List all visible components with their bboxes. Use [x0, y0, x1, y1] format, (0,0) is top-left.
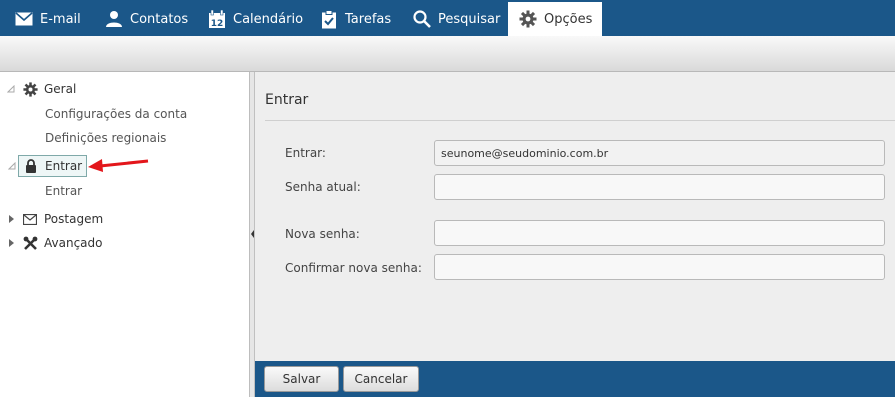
confirm-password-label: Confirmar nova senha:: [285, 261, 422, 275]
new-password-label: Nova senha:: [285, 227, 360, 241]
sidebar-item-label: Entrar: [45, 159, 83, 173]
action-footer: Salvar Cancelar: [255, 361, 895, 397]
login-label: Entrar:: [285, 146, 326, 160]
person-icon: [104, 9, 124, 29]
collapse-triangle-icon[interactable]: [6, 84, 16, 94]
top-navigation-bar: E-mail Contatos 12 Calendário Tarefas Pe…: [0, 0, 895, 36]
expand-triangle-icon[interactable]: [6, 238, 16, 248]
cancel-button[interactable]: Cancelar: [343, 366, 419, 392]
gear-icon: [518, 9, 538, 29]
toolbar: [0, 36, 895, 72]
options-panel: Entrar Entrar: Senha atual: Nova senha: …: [255, 72, 895, 361]
page-title: Entrar: [265, 92, 309, 108]
lock-icon: [23, 158, 39, 174]
save-button[interactable]: Salvar: [264, 366, 339, 392]
calendar-icon: 12: [207, 9, 227, 29]
tab-calendario[interactable]: 12 Calendário: [207, 2, 303, 36]
sidebar-item-label: Postagem: [44, 212, 104, 226]
tab-opcoes[interactable]: Opções: [508, 2, 603, 36]
svg-text:12: 12: [211, 19, 224, 29]
search-icon: [412, 9, 432, 29]
sidebar-item-entrar-child[interactable]: Entrar: [45, 184, 82, 198]
tab-contatos[interactable]: Contatos: [104, 2, 188, 36]
tab-label: E-mail: [40, 11, 81, 27]
envelope-icon: [22, 211, 38, 227]
tab-email[interactable]: E-mail: [14, 2, 81, 36]
clipboard-icon: [319, 9, 339, 29]
tab-label: Contatos: [130, 11, 189, 27]
gear-icon: [22, 81, 38, 97]
tab-tarefas[interactable]: Tarefas: [319, 2, 391, 36]
sidebar-item-avancado[interactable]: Avançado: [9, 235, 103, 251]
tab-label: Tarefas: [345, 11, 392, 27]
sidebar-item-geral[interactable]: Geral: [7, 81, 77, 97]
annotation-arrow-icon: [88, 159, 149, 172]
sidebar-item-configuracoes-da-conta[interactable]: Configurações da conta: [45, 107, 187, 121]
login-field[interactable]: [434, 140, 885, 166]
tab-label: Pesquisar: [438, 11, 501, 27]
new-password-field[interactable]: [434, 220, 885, 246]
current-password-label: Senha atual:: [285, 180, 361, 194]
sidebar-item-definicoes-regionais[interactable]: Definições regionais: [45, 131, 166, 145]
sidebar-item-entrar[interactable]: Entrar: [8, 155, 88, 177]
sidebar-item-label: Geral: [44, 82, 77, 96]
sidebar-item-postagem[interactable]: Postagem: [9, 211, 104, 227]
tab-pesquisar[interactable]: Pesquisar: [412, 2, 500, 36]
expand-triangle-icon[interactable]: [6, 214, 16, 224]
sidebar-item-label: Avançado: [44, 236, 103, 250]
current-password-field[interactable]: [434, 174, 885, 200]
divider: [265, 120, 895, 121]
mail-icon: [14, 9, 34, 29]
collapse-triangle-icon[interactable]: [7, 161, 17, 171]
options-sidebar: Geral Configurações da conta Definições …: [0, 72, 250, 397]
tab-label: Calendário: [233, 11, 304, 27]
tab-label: Opções: [544, 11, 593, 27]
confirm-password-field[interactable]: [434, 254, 885, 280]
tools-icon: [22, 235, 38, 251]
